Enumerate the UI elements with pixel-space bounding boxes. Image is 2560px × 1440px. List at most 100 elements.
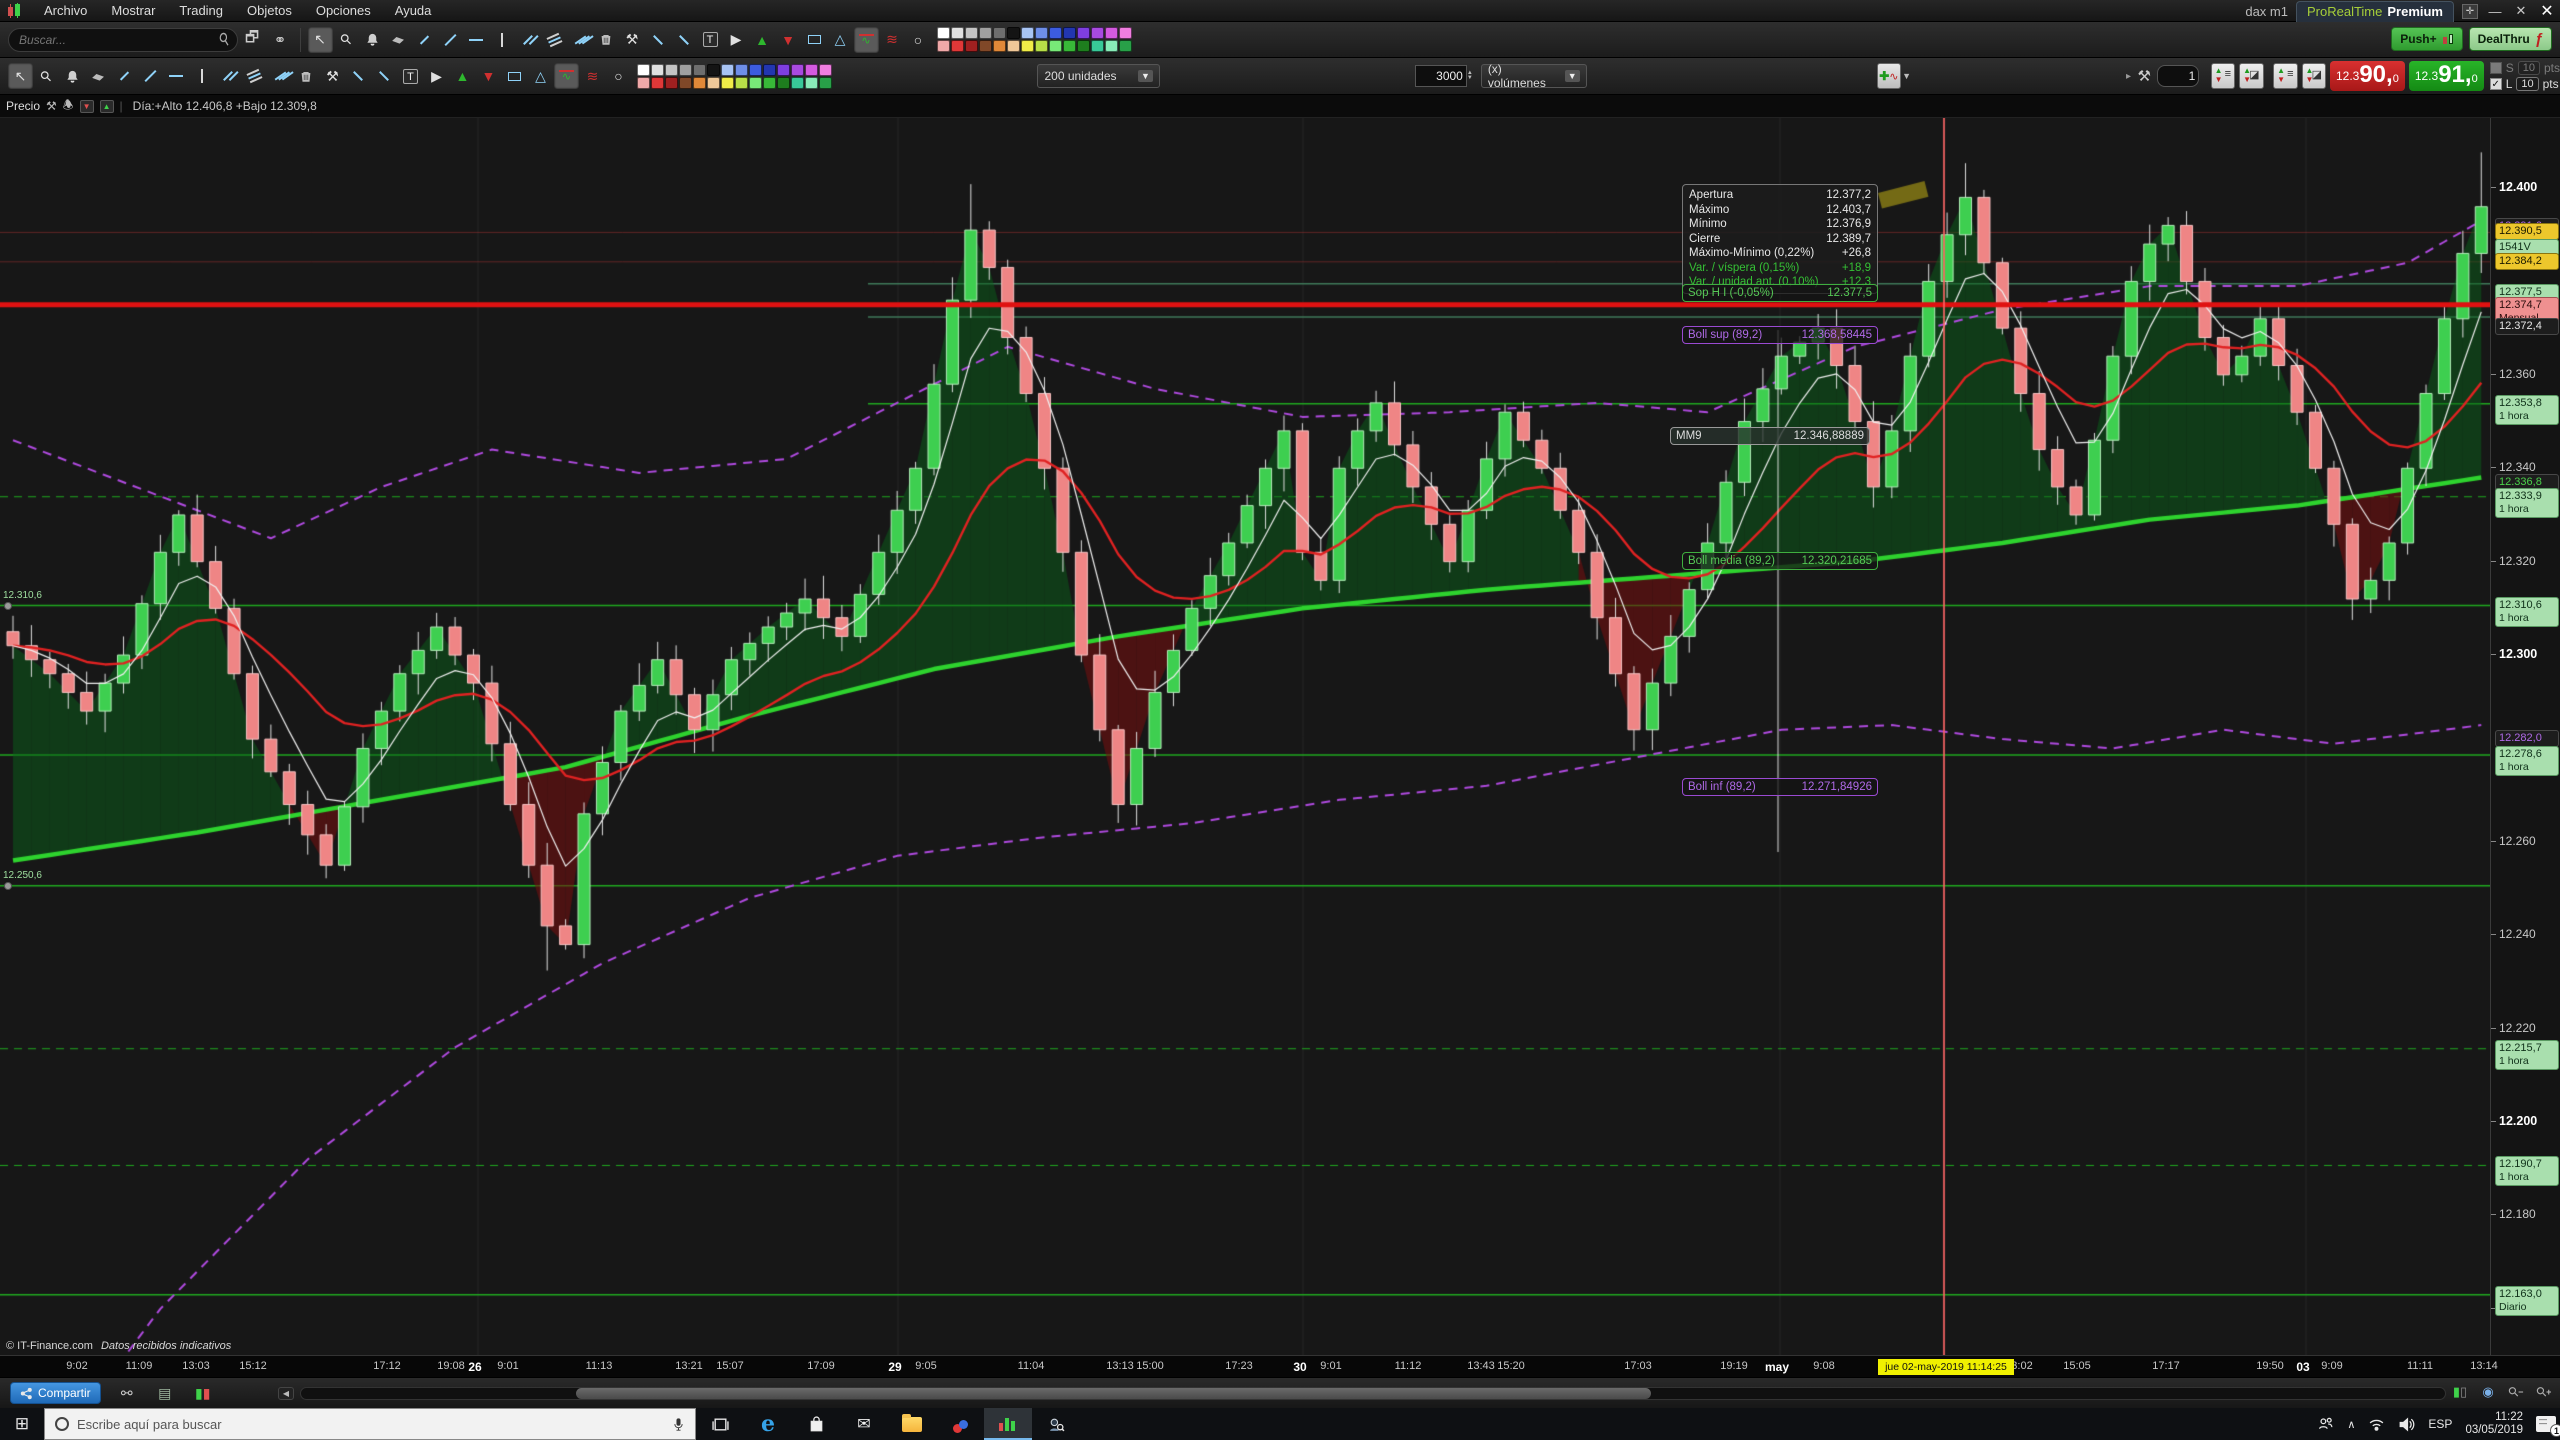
link-chart-icon[interactable]: ⚯: [115, 1381, 139, 1405]
collapse-icon[interactable]: ▸: [2126, 71, 2131, 82]
menu-item-objetos[interactable]: Objetos: [235, 0, 304, 21]
volume-input[interactable]: [1415, 65, 1467, 87]
arrow-down-tool[interactable]: ▼: [776, 27, 801, 53]
add-indicator-icon[interactable]: ✚∿: [1877, 63, 1901, 89]
ruler-tool[interactable]: ▰: [86, 63, 111, 89]
bollinger-lower-label[interactable]: Boll inf (89,2)12.271,84926: [1682, 778, 1878, 796]
sell-order-chart-icon[interactable]: ▲▼◪: [2302, 63, 2326, 89]
color-swatch[interactable]: [735, 77, 748, 89]
zoom-out-icon[interactable]: ⚲−: [2506, 1382, 2526, 1402]
color-swatch[interactable]: [1063, 27, 1076, 39]
color-swatch[interactable]: [1007, 40, 1020, 52]
trading-settings-icon[interactable]: ⚒: [2132, 63, 2156, 89]
color-swatch[interactable]: [651, 77, 664, 89]
volume-icon[interactable]: [2398, 1416, 2415, 1433]
color-swatch[interactable]: [1105, 27, 1118, 39]
color-swatch[interactable]: [749, 77, 762, 89]
stop-checkbox[interactable]: [2490, 62, 2502, 74]
push-orders-button[interactable]: Push+: [2391, 27, 2462, 51]
color-swatch[interactable]: [993, 27, 1006, 39]
color-swatch[interactable]: [965, 27, 978, 39]
color-swatch[interactable]: [791, 64, 804, 76]
color-swatch[interactable]: [707, 64, 720, 76]
price-chart[interactable]: Apertura12.377,2Máximo12.403,7Mínimo12.3…: [0, 118, 2490, 1355]
rectangle-tool[interactable]: [802, 27, 827, 53]
chart-scrollbar[interactable]: [300, 1387, 2446, 1400]
order-list-icon[interactable]: ▤: [153, 1381, 177, 1405]
horizontal-line-tool[interactable]: [464, 27, 489, 53]
prorealtime-app-icon[interactable]: [984, 1408, 1032, 1440]
segment-tool[interactable]: [112, 63, 137, 89]
start-button[interactable]: ⊞: [0, 1408, 44, 1440]
sell-arrow-icon[interactable]: ▼: [80, 100, 94, 113]
delete-objects-tool[interactable]: [594, 27, 619, 53]
wifi-icon[interactable]: [2368, 1416, 2385, 1433]
file-explorer-icon[interactable]: [888, 1408, 936, 1440]
indicator-dropdown-icon[interactable]: ▼: [1902, 71, 1911, 81]
triangle-tool[interactable]: △: [828, 27, 853, 53]
trading-app-icon[interactable]: [936, 1408, 984, 1440]
bollinger-middle-label[interactable]: Boll media (89,2)12.320,21685: [1682, 552, 1878, 570]
bollinger-upper-label[interactable]: Boll sup (89,2)12.368,58445: [1682, 326, 1878, 344]
clock[interactable]: 11:2203/05/2019: [2465, 1411, 2523, 1437]
menu-item-ayuda[interactable]: Ayuda: [383, 0, 444, 21]
color-swatch[interactable]: [777, 64, 790, 76]
zigzag-tool[interactable]: ≋: [880, 27, 905, 53]
scroll-left-button[interactable]: ◀: [278, 1387, 294, 1400]
crossed-line-tool[interactable]: [672, 27, 697, 53]
tray-expand-icon[interactable]: ∧: [2347, 1418, 2355, 1431]
color-swatch[interactable]: [951, 27, 964, 39]
mail-app-icon[interactable]: ✉: [840, 1408, 888, 1440]
search-input[interactable]: [19, 29, 211, 51]
dealthru-button[interactable]: DealThru ƒ: [2469, 27, 2552, 51]
close-app-button[interactable]: ✕: [2538, 1, 2556, 21]
channel-tool[interactable]: [516, 27, 541, 53]
menu-item-opciones[interactable]: Opciones: [304, 0, 383, 21]
candlestick-canvas[interactable]: [0, 118, 2490, 1355]
sell-bid-button[interactable]: 12.390,0: [2330, 61, 2405, 91]
text-tool[interactable]: T: [398, 63, 423, 89]
people-icon[interactable]: [2317, 1416, 2334, 1433]
color-swatch[interactable]: [735, 64, 748, 76]
color-swatch[interactable]: [1007, 27, 1020, 39]
color-swatch[interactable]: [679, 77, 692, 89]
color-swatch[interactable]: [805, 64, 818, 76]
lasso-tool[interactable]: ○: [906, 27, 931, 53]
color-swatch[interactable]: [679, 64, 692, 76]
arrow-up-tool[interactable]: ▲: [750, 27, 775, 53]
color-swatch[interactable]: [749, 64, 762, 76]
windows-search[interactable]: Escribe aquí para buscar: [44, 1408, 696, 1440]
color-swatch[interactable]: [693, 77, 706, 89]
buy-order-book-icon[interactable]: ▲▼≡: [2211, 63, 2235, 89]
buy-order-chart-icon[interactable]: ▲▼≡: [2273, 63, 2297, 89]
price-chart-tool[interactable]: ∿: [554, 63, 579, 89]
fibonacci-tool[interactable]: [542, 27, 567, 53]
buy-arrow-icon[interactable]: ▲: [100, 100, 114, 113]
color-swatch[interactable]: [819, 64, 832, 76]
line-handle[interactable]: [4, 882, 12, 890]
vertical-line-tool[interactable]: [190, 63, 215, 89]
app-tab[interactable]: ProRealTimePremium: [2296, 1, 2454, 22]
color-swatch[interactable]: [979, 27, 992, 39]
small-cross-line-tool[interactable]: [346, 63, 371, 89]
zoom-in-icon[interactable]: ⚲+: [2534, 1382, 2554, 1402]
lasso-tool[interactable]: ○: [606, 63, 631, 89]
color-swatch[interactable]: [951, 40, 964, 52]
alert-bell-tool[interactable]: [60, 63, 85, 89]
line-handle[interactable]: [4, 602, 12, 610]
line-tool[interactable]: [438, 27, 463, 53]
volume-spinner[interactable]: ▲▼: [1467, 71, 1473, 81]
fan-lines-tool[interactable]: [568, 27, 593, 53]
color-swatch[interactable]: [1021, 40, 1034, 52]
stop-order-row[interactable]: S 10 pts: [2490, 60, 2560, 76]
vertical-line-tool[interactable]: [490, 27, 515, 53]
arrow-up-tool[interactable]: ▲: [450, 63, 475, 89]
small-cross-line-tool[interactable]: [646, 27, 671, 53]
limit-order-row[interactable]: ✓ L 10 pts: [2490, 76, 2560, 92]
color-swatch[interactable]: [1049, 27, 1062, 39]
fan-lines-tool[interactable]: [268, 63, 293, 89]
microphone-icon[interactable]: [672, 1417, 685, 1432]
units-dropdown[interactable]: 200 unidades ▼: [1037, 64, 1159, 88]
color-swatch[interactable]: [1049, 40, 1062, 52]
language-indicator[interactable]: ESP: [2428, 1417, 2452, 1431]
